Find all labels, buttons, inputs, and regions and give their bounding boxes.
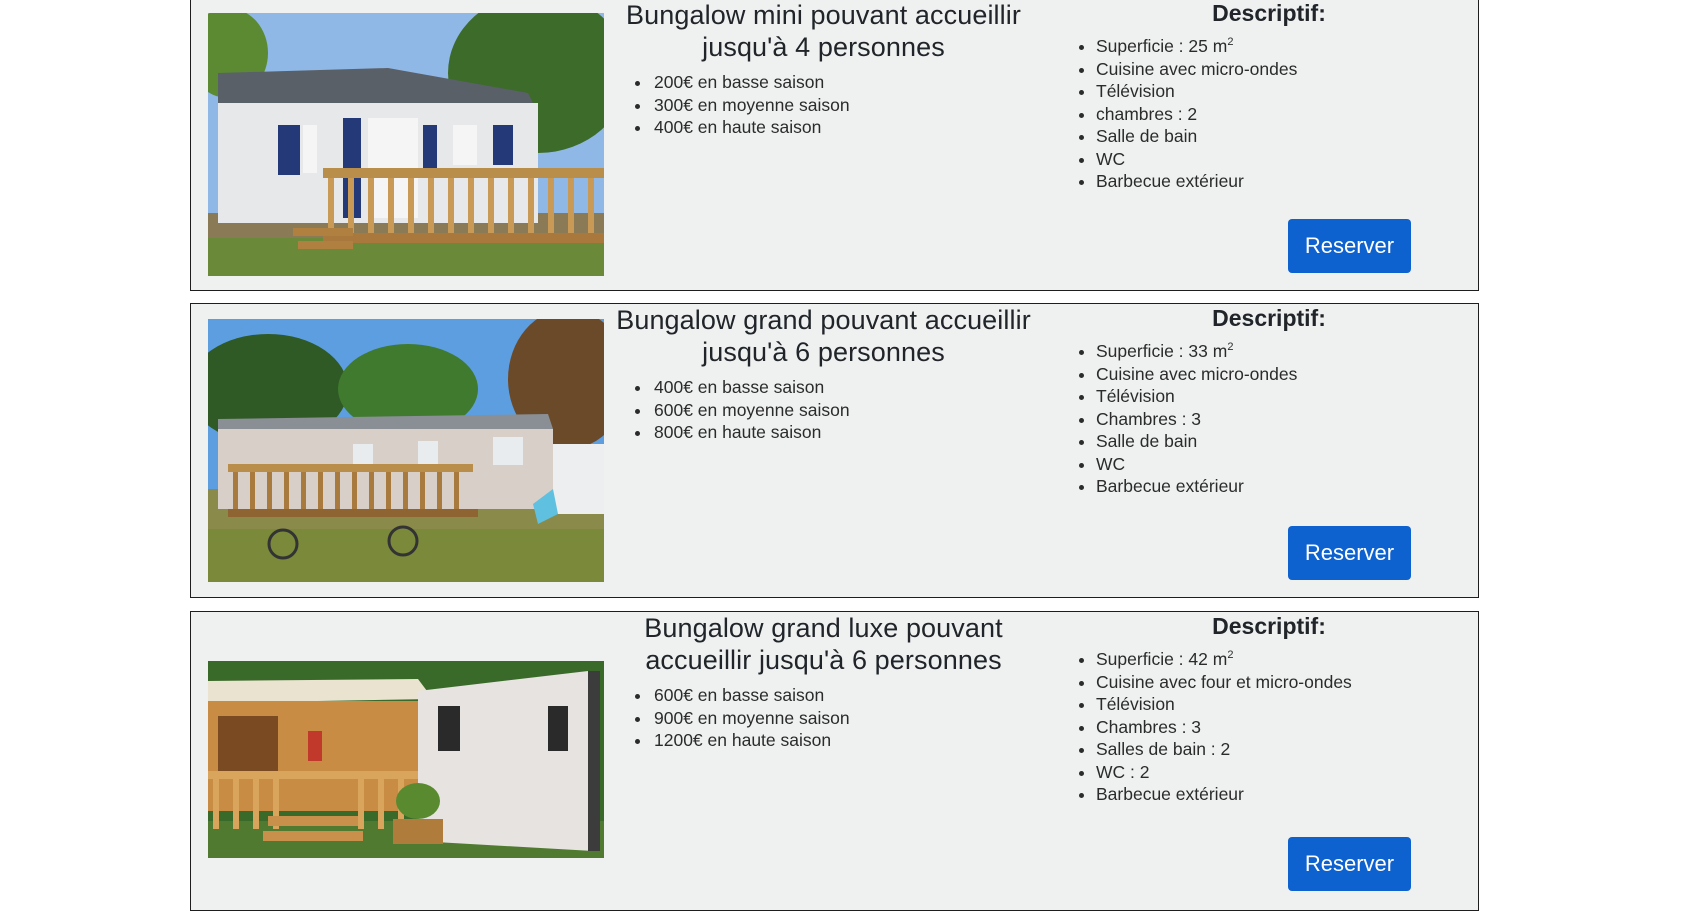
bungalow-list: Bungalow mini pouvant accueillir jusqu'à… <box>0 0 1690 911</box>
feature-surface: Superficie : 42 m2 <box>1096 648 1469 671</box>
offer-description: Descriptif: Superficie : 25 m2 Cuisine a… <box>1069 0 1469 273</box>
price-high-season: 800€ en haute saison <box>652 421 1036 444</box>
feature-list: Superficie : 42 m2 Cuisine avec four et … <box>1069 648 1469 806</box>
feature-item: chambres : 2 <box>1096 103 1469 126</box>
descriptif-heading: Descriptif: <box>1212 305 1326 331</box>
feature-item: Cuisine avec micro-ondes <box>1096 363 1469 386</box>
offer-card-mini: Bungalow mini pouvant accueillir jusqu'à… <box>190 0 1479 291</box>
feature-item: Salle de bain <box>1096 430 1469 453</box>
price-low-season: 600€ en basse saison <box>652 684 1036 707</box>
feature-item: WC : 2 <box>1096 761 1469 784</box>
feature-item: Barbecue extérieur <box>1096 783 1469 806</box>
feature-item: Cuisine avec micro-ondes <box>1096 58 1469 81</box>
offer-title: Bungalow grand luxe pouvant accueillir j… <box>644 613 1003 675</box>
price-list: 200€ en basse saison 300€ en moyenne sai… <box>611 71 1036 139</box>
feature-surface: Superficie : 25 m2 <box>1096 35 1469 58</box>
feature-item: Barbecue extérieur <box>1096 170 1469 193</box>
offer-title: Bungalow grand pouvant accueillir jusqu'… <box>616 305 1031 367</box>
offer-title: Bungalow mini pouvant accueillir jusqu'à… <box>626 0 1021 62</box>
feature-item: Cuisine avec four et micro-ondes <box>1096 671 1469 694</box>
price-low-season: 200€ en basse saison <box>652 71 1036 94</box>
feature-list: Superficie : 33 m2 Cuisine avec micro-on… <box>1069 340 1469 498</box>
feature-item: Salle de bain <box>1096 125 1469 148</box>
feature-item: Salles de bain : 2 <box>1096 738 1469 761</box>
offer-main-info: Bungalow mini pouvant accueillir jusqu'à… <box>611 0 1036 139</box>
feature-surface: Superficie : 33 m2 <box>1096 340 1469 363</box>
offer-main-info: Bungalow grand pouvant accueillir jusqu'… <box>611 304 1036 444</box>
surface-text: Superficie : 33 m <box>1096 341 1228 361</box>
price-mid-season: 900€ en moyenne saison <box>652 707 1036 730</box>
price-mid-season: 600€ en moyenne saison <box>652 399 1036 422</box>
price-mid-season: 300€ en moyenne saison <box>652 94 1036 117</box>
surface-unit-superscript: 2 <box>1227 649 1234 662</box>
feature-list: Superficie : 25 m2 Cuisine avec micro-on… <box>1069 35 1469 193</box>
price-low-season: 400€ en basse saison <box>652 376 1036 399</box>
surface-text: Superficie : 25 m <box>1096 36 1228 56</box>
feature-item: Chambres : 3 <box>1096 716 1469 739</box>
surface-text: Superficie : 42 m <box>1096 649 1228 669</box>
offer-description: Descriptif: Superficie : 42 m2 Cuisine a… <box>1069 612 1469 891</box>
reserve-button[interactable]: Reserver <box>1288 526 1411 580</box>
feature-item: Chambres : 3 <box>1096 408 1469 431</box>
feature-item: WC <box>1096 148 1469 171</box>
descriptif-heading: Descriptif: <box>1212 0 1326 26</box>
price-high-season: 400€ en haute saison <box>652 116 1036 139</box>
offer-card-grand: Bungalow grand pouvant accueillir jusqu'… <box>190 303 1479 598</box>
feature-item: Télévision <box>1096 385 1469 408</box>
bungalow-mini-photo <box>208 13 604 276</box>
surface-unit-superscript: 2 <box>1227 341 1234 354</box>
offer-card-grand-luxe: Bungalow grand luxe pouvant accueillir j… <box>190 611 1479 911</box>
feature-item: Télévision <box>1096 80 1469 103</box>
feature-item: WC <box>1096 453 1469 476</box>
feature-item: Barbecue extérieur <box>1096 475 1469 498</box>
reserve-button[interactable]: Reserver <box>1288 837 1411 891</box>
surface-unit-superscript: 2 <box>1227 36 1234 49</box>
price-list: 400€ en basse saison 600€ en moyenne sai… <box>611 376 1036 444</box>
descriptif-heading: Descriptif: <box>1212 613 1326 639</box>
price-list: 600€ en basse saison 900€ en moyenne sai… <box>611 684 1036 752</box>
bungalow-grand-photo <box>208 319 604 582</box>
offer-description: Descriptif: Superficie : 33 m2 Cuisine a… <box>1069 304 1469 580</box>
price-high-season: 1200€ en haute saison <box>652 729 1036 752</box>
bungalow-luxe-photo <box>208 661 604 858</box>
offer-main-info: Bungalow grand luxe pouvant accueillir j… <box>611 612 1036 752</box>
feature-item: Télévision <box>1096 693 1469 716</box>
reserve-button[interactable]: Reserver <box>1288 219 1411 273</box>
